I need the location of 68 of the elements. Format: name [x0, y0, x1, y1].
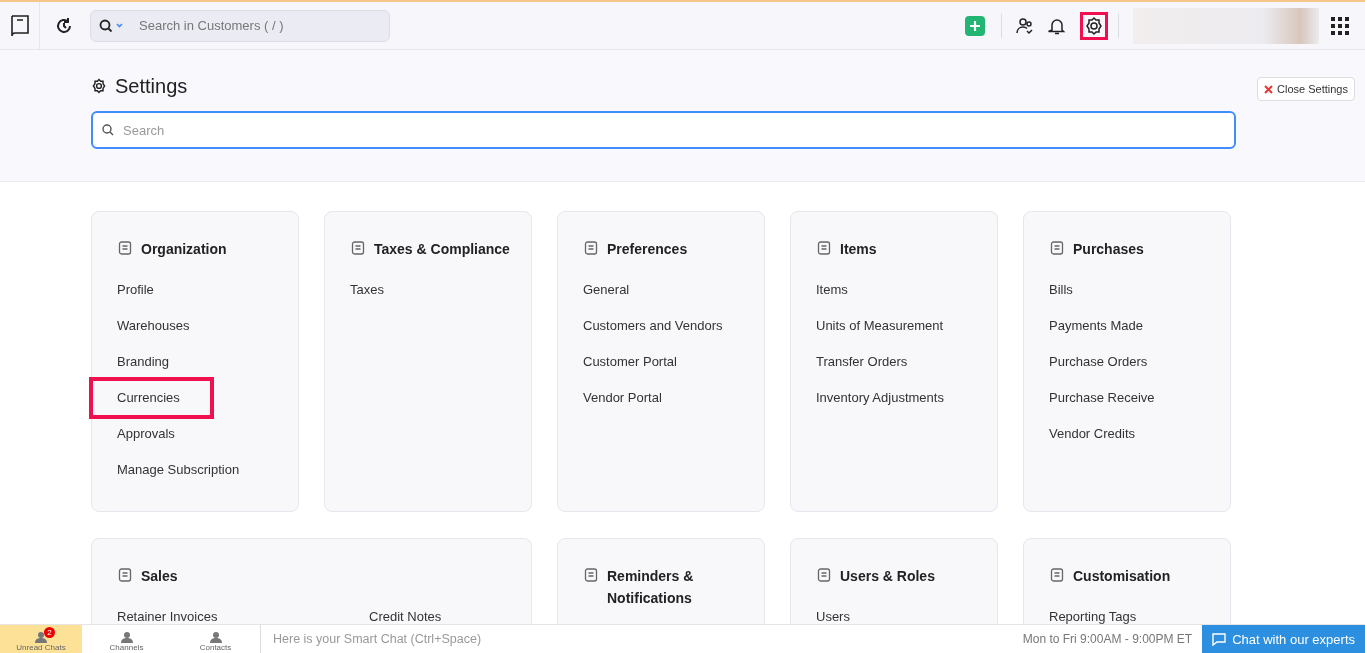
- people-icon: [33, 632, 49, 643]
- settings-link[interactable]: Inventory Adjustments: [816, 387, 944, 409]
- category-icon: [816, 567, 832, 583]
- chat-tab[interactable]: Unread Chats 2: [0, 625, 82, 653]
- card-title: Reminders & Notifications: [607, 567, 695, 608]
- card-title: Organization: [141, 240, 227, 259]
- settings-link[interactable]: Credit Notes: [369, 606, 511, 624]
- settings-link[interactable]: Profile: [117, 279, 154, 301]
- gear-icon: [91, 78, 107, 94]
- card-title: Preferences: [607, 240, 688, 259]
- close-settings-button[interactable]: Close Settings: [1257, 77, 1355, 101]
- add-button[interactable]: [965, 15, 985, 36]
- unread-count-badge: 2: [44, 627, 55, 638]
- settings-link[interactable]: Transfer Orders: [816, 351, 908, 373]
- bell-icon[interactable]: [1048, 16, 1066, 35]
- settings-search-field[interactable]: Search: [91, 111, 1236, 149]
- category-icon: [350, 240, 366, 256]
- settings-link[interactable]: Units of Measurement: [816, 315, 944, 337]
- settings-icon: [1084, 15, 1104, 36]
- settings-link[interactable]: Vendor Credits: [1049, 423, 1135, 445]
- chat-tab[interactable]: Contacts: [171, 625, 260, 653]
- search-icon: [102, 124, 114, 136]
- card-title: Users & Roles: [840, 567, 935, 586]
- card-title: Taxes & Compliance: [374, 240, 510, 259]
- settings-link[interactable]: Currencies: [89, 377, 214, 419]
- settings-link[interactable]: Bills: [1049, 279, 1073, 301]
- card-title: Sales: [141, 567, 178, 586]
- page-title: Settings: [115, 74, 188, 98]
- people-icon: [118, 632, 135, 643]
- plus-icon: [969, 19, 981, 32]
- settings-link[interactable]: General: [583, 279, 630, 301]
- settings-button[interactable]: [1080, 11, 1108, 40]
- category-icon: [117, 240, 133, 256]
- card-title: Items: [840, 240, 877, 259]
- category-icon: [583, 240, 599, 256]
- settings-link[interactable]: Customers and Vendors: [583, 315, 723, 337]
- settings-link[interactable]: Branding: [117, 351, 170, 373]
- support-hours: Mon to Fri 9:00AM - 9:00PM ET: [1022, 632, 1193, 646]
- smart-chat-field[interactable]: Here is your Smart Chat (Ctrl+Space): [271, 631, 1023, 647]
- settings-link[interactable]: Warehouses: [117, 315, 190, 337]
- global-search-field[interactable]: Search in Customers ( / ): [90, 9, 390, 42]
- chat-bubble-icon: [1212, 632, 1227, 646]
- chat-tab[interactable]: Channels: [82, 625, 171, 653]
- users-icon[interactable]: [1016, 16, 1034, 35]
- category-icon: [1049, 240, 1065, 256]
- settings-link[interactable]: Payments Made: [1049, 315, 1143, 337]
- category-icon: [117, 567, 133, 583]
- app-grid-icon[interactable]: [1331, 16, 1349, 35]
- settings-link[interactable]: Users: [816, 606, 850, 624]
- close-icon: [1264, 84, 1274, 94]
- category-icon: [1049, 567, 1065, 583]
- settings-link[interactable]: Customer Portal: [583, 351, 677, 373]
- settings-link[interactable]: Reporting Tags: [1049, 606, 1137, 624]
- search-dropdown-icon[interactable]: [99, 18, 123, 33]
- history-icon[interactable]: [54, 15, 74, 36]
- card-title: Customisation: [1073, 567, 1171, 586]
- people-icon: [207, 632, 224, 643]
- category-icon: [583, 567, 599, 583]
- settings-link[interactable]: Approvals: [117, 423, 175, 445]
- settings-link[interactable]: Purchase Receive: [1049, 387, 1155, 409]
- settings-link[interactable]: Purchase Orders: [1049, 351, 1148, 373]
- card-title: Purchases: [1073, 240, 1144, 259]
- settings-link[interactable]: Taxes: [350, 279, 384, 301]
- settings-link[interactable]: Retainer Invoices: [117, 606, 355, 624]
- settings-link[interactable]: Vendor Portal: [583, 387, 662, 409]
- settings-link[interactable]: Items: [816, 279, 848, 301]
- settings-link[interactable]: Manage Subscription: [117, 459, 240, 481]
- category-icon: [816, 240, 832, 256]
